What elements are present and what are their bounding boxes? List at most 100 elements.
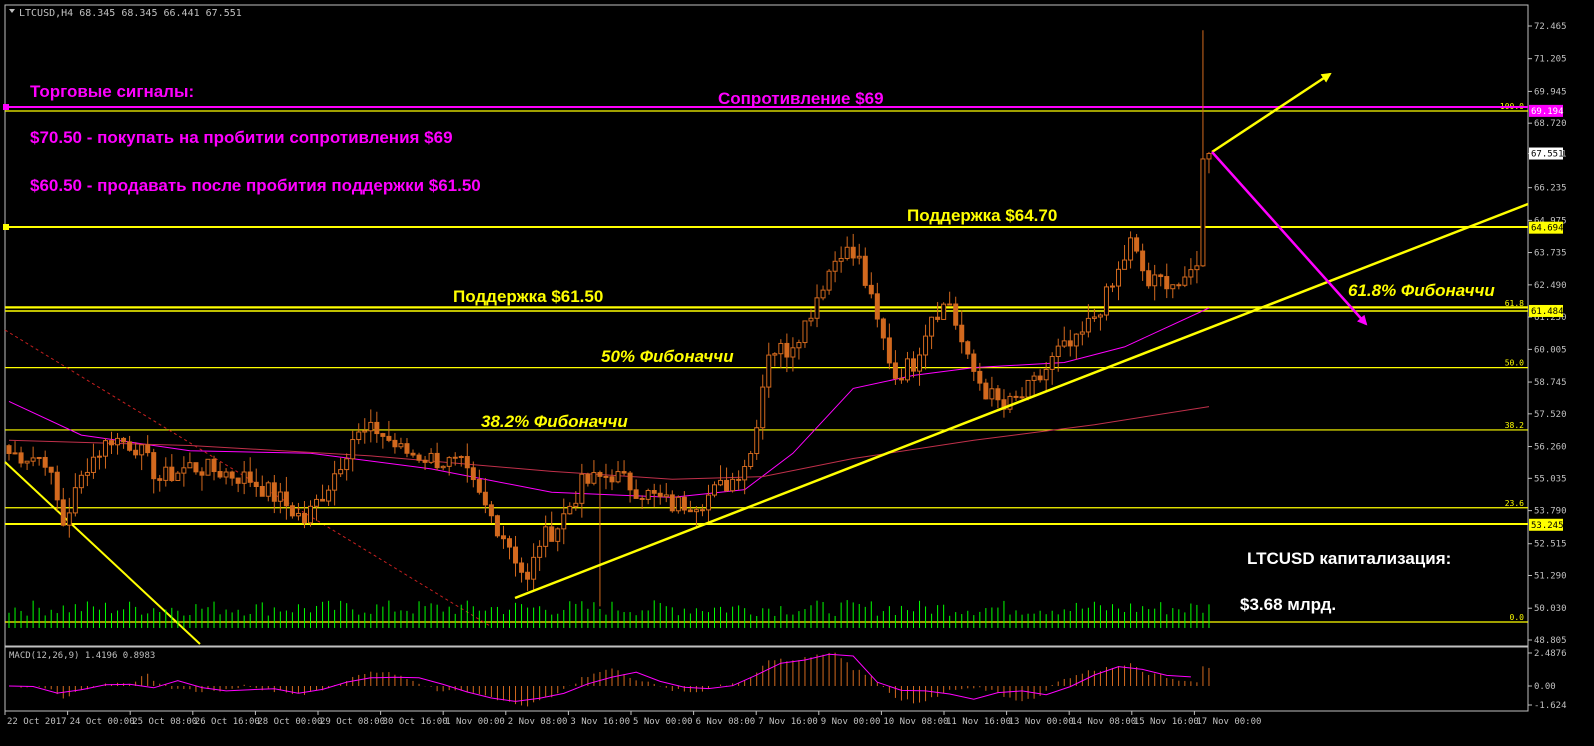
candle-body bbox=[886, 337, 892, 364]
candle-body bbox=[320, 498, 326, 502]
fib-level-label: 0.0 bbox=[1510, 613, 1525, 622]
candle-body bbox=[1085, 317, 1091, 333]
candle-body bbox=[808, 317, 814, 322]
candle-body bbox=[663, 494, 669, 498]
candle-body bbox=[802, 320, 808, 344]
time-tick-label: 3 Nov 16:00 bbox=[570, 717, 630, 727]
fib50-label: 50% Фибоначчи bbox=[601, 347, 734, 366]
candle-body bbox=[615, 471, 621, 483]
time-tick-label: 1 Nov 00:00 bbox=[445, 717, 505, 727]
candle-body bbox=[145, 444, 151, 454]
candle-body bbox=[163, 466, 169, 481]
candle-body bbox=[772, 353, 778, 356]
signal-buy: $70.50 - покупать на пробитии сопротивле… bbox=[30, 128, 453, 147]
candle-body bbox=[820, 289, 826, 299]
price-tick-label: 60.005 bbox=[1534, 345, 1567, 355]
candle-body bbox=[464, 456, 470, 469]
candle-body bbox=[175, 472, 181, 481]
candle-body bbox=[1097, 314, 1103, 318]
candle-body bbox=[470, 467, 476, 481]
price-tick-label: 66.235 bbox=[1534, 184, 1567, 194]
candle-body bbox=[506, 538, 512, 548]
candle-body bbox=[874, 293, 880, 320]
candle-body bbox=[416, 454, 422, 461]
candle-body bbox=[935, 316, 941, 320]
cap-value: $3.68 млрд. bbox=[1240, 595, 1336, 614]
candle-body bbox=[826, 270, 832, 291]
candle-body bbox=[84, 471, 90, 476]
candle-body bbox=[30, 457, 36, 462]
candle-body bbox=[434, 452, 440, 469]
candle-body bbox=[814, 297, 820, 319]
candle-body bbox=[621, 471, 627, 474]
candle-body bbox=[326, 489, 332, 502]
candle-body bbox=[513, 546, 519, 564]
candle-body bbox=[724, 479, 730, 492]
candle-body bbox=[760, 386, 766, 429]
candle-body bbox=[718, 479, 724, 486]
candle-body bbox=[627, 472, 633, 491]
candle-body bbox=[1176, 284, 1182, 287]
candle-body bbox=[549, 526, 555, 542]
support-6470-handle[interactable] bbox=[3, 224, 9, 230]
price-tick-label: 50.030 bbox=[1534, 604, 1567, 614]
macd-tick-label: 0.00 bbox=[1534, 682, 1556, 692]
candle-body bbox=[591, 472, 597, 484]
candle-body bbox=[543, 526, 549, 547]
resistance-line-handle[interactable] bbox=[3, 104, 9, 110]
candle-body bbox=[1200, 158, 1206, 267]
candle-body bbox=[115, 437, 121, 446]
candle-body bbox=[301, 512, 307, 524]
candle-body bbox=[229, 471, 235, 479]
candle-body bbox=[283, 491, 289, 507]
candle-body bbox=[386, 435, 392, 441]
candle-body bbox=[609, 476, 615, 483]
time-tick-label: 28 Oct 00:00 bbox=[257, 717, 322, 727]
candle-body bbox=[1170, 284, 1176, 290]
candle-body bbox=[6, 445, 12, 454]
candle-body bbox=[657, 492, 663, 498]
time-tick-label: 24 Oct 00:00 bbox=[70, 717, 135, 727]
time-tick-label: 11 Nov 16:00 bbox=[946, 717, 1011, 727]
candle-body bbox=[193, 462, 199, 473]
candle-body bbox=[54, 471, 60, 501]
candle-body bbox=[597, 472, 603, 477]
price-label-resistance: 69.194 bbox=[1531, 107, 1564, 117]
candle-body bbox=[1073, 333, 1079, 347]
candle-body bbox=[102, 440, 108, 457]
time-tick-label: 22 Oct 2017 bbox=[7, 717, 67, 727]
candle-body bbox=[537, 545, 543, 558]
candle-body bbox=[151, 452, 157, 480]
price-label-current: 67.551 bbox=[1531, 150, 1564, 160]
resistance-label: Сопротивление $69 bbox=[718, 89, 884, 108]
candle-body bbox=[681, 496, 687, 511]
candle-body bbox=[965, 341, 971, 355]
candle-body bbox=[1122, 259, 1128, 270]
candle-body bbox=[271, 482, 277, 502]
time-tick-label: 9 Nov 00:00 bbox=[821, 717, 881, 727]
fib-level-label: 50.0 bbox=[1505, 359, 1524, 368]
macd-label: MACD(12,26,9) 1.4196 0.8983 bbox=[9, 651, 155, 661]
candle-body bbox=[392, 439, 398, 448]
candle-body bbox=[500, 535, 506, 540]
candle-body bbox=[157, 478, 163, 481]
candle-body bbox=[410, 452, 416, 456]
candle-body bbox=[36, 456, 42, 459]
candle-body bbox=[754, 427, 760, 455]
candle-body bbox=[880, 318, 886, 339]
price-tick-label: 62.490 bbox=[1534, 281, 1567, 291]
candle-body bbox=[332, 473, 338, 491]
time-tick-label: 2 Nov 08:00 bbox=[508, 717, 568, 727]
candle-body bbox=[639, 497, 645, 500]
candle-body bbox=[730, 478, 736, 492]
price-chart[interactable]: LTCUSD,H4 68.345 68.345 66.441 67.551 72… bbox=[0, 0, 1594, 746]
price-tick-label: 48.805 bbox=[1534, 636, 1567, 646]
candle-body bbox=[235, 477, 241, 484]
candle-body bbox=[356, 431, 362, 441]
candle-body bbox=[169, 466, 175, 481]
candle-body bbox=[669, 494, 675, 512]
price-tick-label: 72.465 bbox=[1534, 22, 1567, 32]
time-tick-label: 7 Nov 16:00 bbox=[758, 717, 818, 727]
chart-background bbox=[0, 0, 1594, 746]
candle-body bbox=[1061, 340, 1067, 347]
